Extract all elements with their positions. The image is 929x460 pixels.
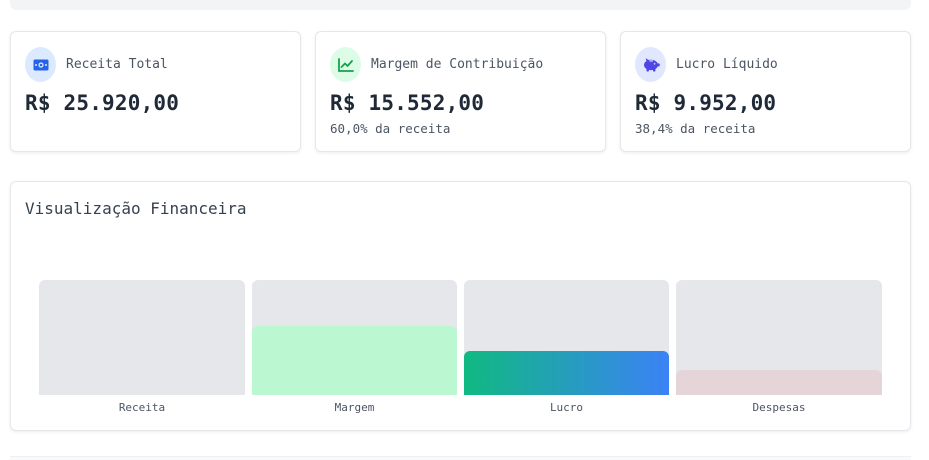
panel-title: Visualização Financeira bbox=[25, 199, 247, 218]
bottom-panel-edge bbox=[10, 456, 911, 460]
bar-fill-margem bbox=[252, 326, 457, 395]
bar-label: Margem bbox=[334, 401, 375, 414]
bar-margem bbox=[252, 280, 457, 395]
bar-label: Despesas bbox=[752, 401, 806, 414]
card-value: R$ 25.920,00 bbox=[25, 91, 180, 115]
money-bill-icon bbox=[25, 47, 56, 82]
visualizacao-financeira-panel: Visualização Financeira Receita Margem L… bbox=[10, 181, 911, 431]
top-panel-edge bbox=[10, 0, 911, 10]
lucro-liquido-card: Lucro Líquido R$ 9.952,00 38,4% da recei… bbox=[620, 31, 911, 152]
bar-lucro bbox=[464, 280, 669, 395]
bar-label: Receita bbox=[118, 401, 166, 414]
card-value: R$ 15.552,00 bbox=[330, 91, 485, 115]
piggy-bank-icon bbox=[635, 47, 666, 82]
card-subtext: 60,0% da receita bbox=[330, 121, 451, 136]
card-label: Margem de Contribuição bbox=[371, 57, 544, 72]
bar-label: Lucro bbox=[549, 401, 584, 414]
chart-line-icon bbox=[330, 47, 361, 82]
card-subtext: 38,4% da receita bbox=[635, 121, 756, 136]
card-label: Lucro Líquido bbox=[676, 57, 778, 72]
card-label: Receita Total bbox=[66, 57, 168, 72]
bar-receita bbox=[39, 280, 245, 395]
card-value: R$ 9.952,00 bbox=[635, 91, 777, 115]
bar-despesas bbox=[676, 280, 882, 395]
margem-contribuicao-card: Margem de Contribuição R$ 15.552,00 60,0… bbox=[315, 31, 606, 152]
receita-total-card: Receita Total R$ 25.920,00 bbox=[10, 31, 301, 152]
bar-fill-lucro bbox=[464, 350, 669, 395]
bar-fill-despesas bbox=[676, 370, 882, 395]
